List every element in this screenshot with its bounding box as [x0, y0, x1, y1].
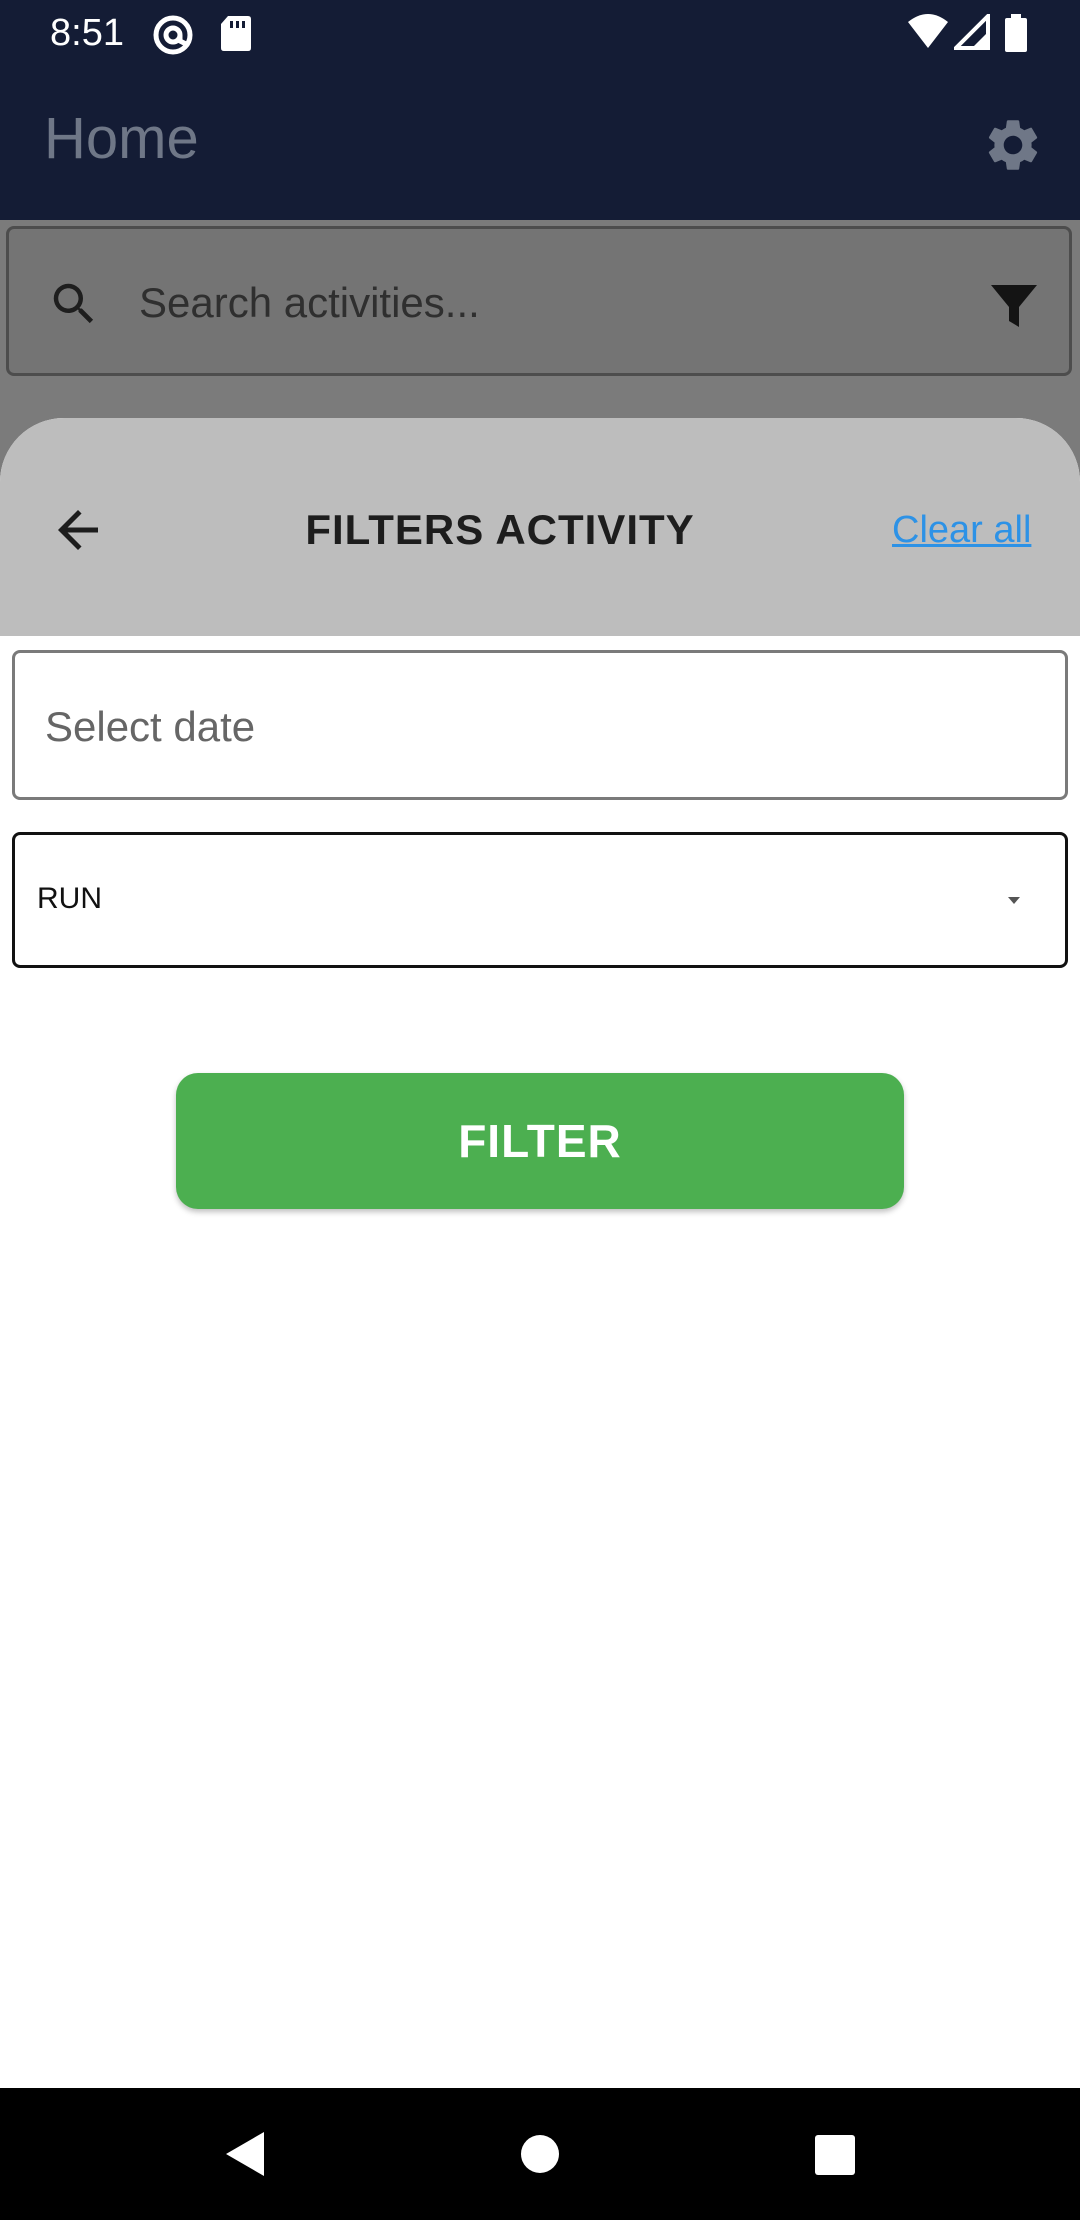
sd-card-icon — [220, 14, 252, 57]
dropdown-caret-icon — [1005, 893, 1023, 907]
filters-bottom-sheet: FILTERS ACTIVITY Clear all RUN FILTER — [0, 418, 1080, 2088]
filter-button[interactable]: FILTER — [176, 1073, 904, 1209]
wifi-icon — [906, 14, 950, 55]
arrow-left-icon[interactable] — [48, 500, 108, 560]
search-icon — [47, 277, 101, 331]
select-date-field[interactable] — [12, 650, 1068, 800]
activity-type-dropdown[interactable]: RUN — [12, 832, 1068, 968]
clear-all-link[interactable]: Clear all — [892, 500, 1031, 560]
activity-type-value: RUN — [37, 882, 102, 915]
sheet-header: FILTERS ACTIVITY Clear all — [0, 418, 1080, 636]
recents-square-icon[interactable] — [814, 2134, 856, 2181]
at-sign-icon — [152, 14, 194, 61]
page-title: Home — [44, 106, 199, 171]
sheet-title: FILTERS ACTIVITY — [305, 506, 695, 553]
app-bar: Home — [0, 66, 1080, 220]
date-input[interactable] — [45, 697, 945, 757]
home-circle-icon[interactable] — [520, 2134, 560, 2179]
back-triangle-icon[interactable] — [222, 2130, 266, 2183]
navigation-bar — [0, 2088, 1080, 2220]
status-time: 8:51 — [50, 12, 124, 54]
search-bar — [6, 226, 1072, 376]
status-bar: 8:51 — [0, 0, 1080, 66]
signal-icon — [951, 11, 990, 55]
gear-icon[interactable] — [982, 114, 1044, 176]
search-input[interactable] — [139, 273, 939, 333]
battery-icon — [1004, 14, 1028, 57]
funnel-icon[interactable] — [989, 281, 1039, 331]
